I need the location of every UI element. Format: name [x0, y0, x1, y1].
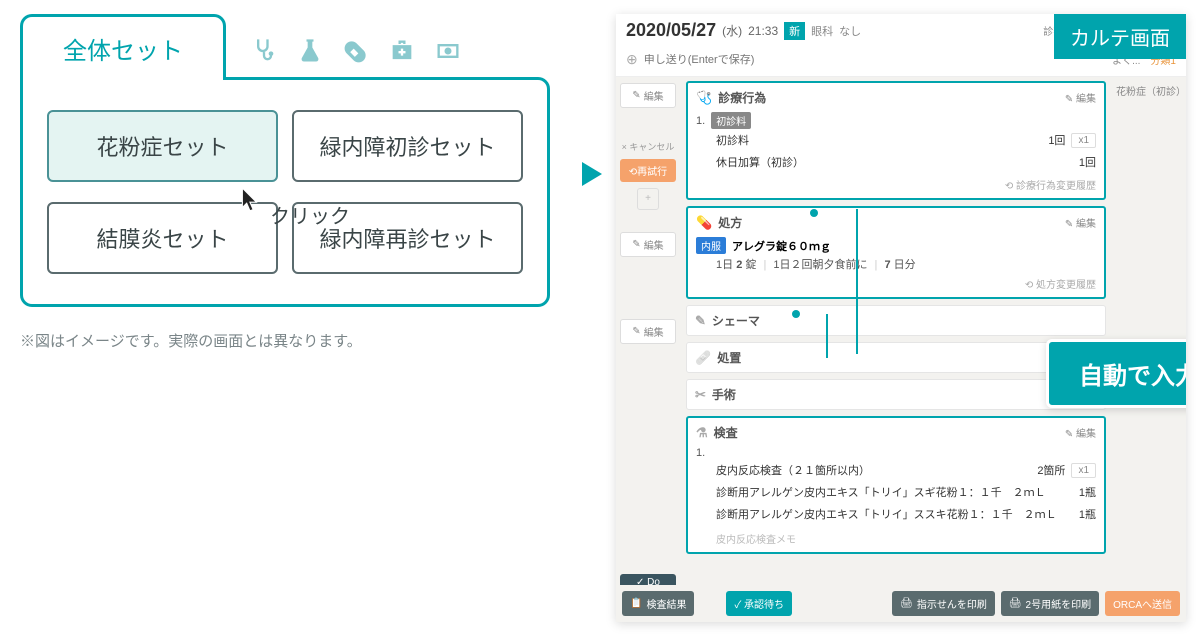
click-label: クリック — [270, 200, 350, 229]
kensa-item: 診断用アレルゲン皮内エキス「トリイ」スギ花粉１：１千 ２ｍＬ — [716, 484, 1046, 500]
card-shujutsu[interactable]: ✂手術⊕ — [686, 379, 1106, 410]
auto-input-badge: 自動で入力！ — [1046, 339, 1186, 408]
btn-results[interactable]: 📋 検査結果 — [622, 591, 694, 616]
karte-label: カルテ画面 — [1054, 14, 1186, 59]
stethoscope-icon[interactable] — [250, 37, 278, 70]
kensa-title: 検査 — [714, 424, 738, 441]
dose-c: 錠 — [745, 259, 756, 271]
memo-input[interactable] — [644, 54, 1104, 66]
bandage-icon: 🩹 — [695, 350, 711, 366]
karte-screen: カルテ画面 2020/05/27 (水) 21:33 新 眼科 なし 診察医： … — [616, 14, 1186, 622]
btn-confirm[interactable]: ✓ 承認待ち — [726, 591, 792, 616]
tab-all-sets[interactable]: 全体セット — [20, 14, 226, 80]
set-btn-glaucoma-first[interactable]: 緑内障初診セット — [292, 110, 523, 182]
kensa-item: 皮内反応検査（２１箇所以内） — [716, 462, 870, 478]
kensa-item: 診断用アレルゲン皮内エキス「トリイ」ススキ花粉１：１千 ２ｍＬ — [716, 506, 1057, 522]
left-sidebar: 編集 × キャンセル ⟲再試行 + 編集 編集 ✓ Do — [616, 77, 680, 597]
side-edit3[interactable]: 編集 — [620, 319, 676, 344]
kensa-memo[interactable]: 皮内反応検査メモ — [696, 531, 1096, 546]
karte-footer: 📋 検査結果 ✓ 承認待ち 🖨 指示せんを印刷 🖨 2号用紙を印刷 ORCAへ送… — [616, 585, 1186, 622]
kensa-qty: 1瓶 — [1079, 484, 1096, 500]
flask-icon: ⚗ — [696, 425, 708, 441]
pen-icon: ✎ — [695, 313, 706, 329]
karte-dow: (水) — [722, 22, 742, 39]
card-sinryo: 🩺 診療行為 編集 1.初診料 初診料 1回 x1 休日加算（初診） 1回 診療… — [686, 81, 1106, 200]
plus-icon[interactable]: ⊕ — [626, 51, 638, 68]
sinryo-item: 休日加算（初診） — [716, 154, 804, 170]
cursor-icon — [240, 186, 262, 219]
shochi-title: 処置 — [717, 349, 741, 366]
karte-dept: 眼科 — [811, 23, 833, 39]
dose-b: 2 — [736, 259, 742, 271]
kensa-x1[interactable]: x1 — [1071, 463, 1096, 478]
tag-naifuku: 内服 — [696, 237, 726, 254]
dose-days-u: 日分 — [894, 259, 916, 271]
kensa-edit[interactable]: 編集 — [1065, 425, 1096, 440]
shoho-title: 処方 — [718, 214, 742, 231]
side-retry[interactable]: ⟲再試行 — [620, 159, 676, 182]
flask-icon[interactable] — [296, 37, 324, 70]
set-panel: 花粉症セット 緑内障初診セット 結膜炎セット 緑内障再診セット — [20, 77, 550, 307]
side-add[interactable]: + — [637, 188, 659, 210]
card-shochi[interactable]: 🩹 処置 — [686, 342, 1106, 373]
side-cancel[interactable]: × キャンセル — [620, 140, 676, 153]
side-edit2[interactable]: 編集 — [620, 232, 676, 257]
sinryo-item: 初診料 — [716, 132, 749, 148]
sinryo-x1[interactable]: x1 — [1071, 133, 1096, 148]
pill-icon[interactable] — [342, 37, 370, 70]
card-schema[interactable]: ✎ シェーマ — [686, 305, 1106, 336]
card-shoho: 💊 処方 編集 内服 アレグラ錠６０ｍｇ 1日 2 錠 | 1日２回朝夕食前に … — [686, 206, 1106, 299]
side-edit[interactable]: 編集 — [620, 83, 676, 108]
btn-print1[interactable]: 🖨 指示せんを印刷 — [892, 591, 995, 616]
money-icon[interactable] — [434, 37, 462, 70]
stethoscope-icon: 🩺 — [696, 90, 712, 106]
kensa-qty: 2箇所 — [1037, 462, 1065, 478]
arrow-right-icon — [580, 160, 604, 193]
kensa-qty: 1瓶 — [1079, 506, 1096, 522]
dose-days: 7 — [884, 259, 890, 271]
dose-a: 1日 — [716, 259, 733, 271]
tab-icon-row — [234, 27, 478, 80]
set-btn-hayfever[interactable]: 花粉症セット — [47, 110, 278, 182]
btn-orca[interactable]: ORCAへ送信 — [1105, 591, 1180, 616]
karte-time: 21:33 — [748, 24, 778, 38]
card-kensa: ⚗ 検査 編集 1. 皮内反応検査（２１箇所以内） 2箇所 x1 診断用アレルゲ… — [686, 416, 1106, 554]
dose-timing: 1日２回朝夕食前に — [773, 259, 867, 271]
right-sidebar: 花粉症（初診） — [1112, 77, 1186, 597]
pill-icon: 💊 — [696, 215, 712, 231]
new-badge: 新 — [784, 22, 805, 40]
tag-shoshin: 初診料 — [711, 112, 751, 129]
shujutsu-title: 手術 — [712, 386, 736, 403]
schema-title: シェーマ — [712, 312, 760, 329]
image-note: ※図はイメージです。実際の画面とは異なります。 — [20, 330, 362, 351]
firstaid-icon[interactable] — [388, 37, 416, 70]
karte-ins: なし — [839, 23, 861, 39]
karte-date: 2020/05/27 — [626, 20, 716, 41]
scissors-icon: ✂ — [695, 387, 706, 403]
sinryo-edit[interactable]: 編集 — [1065, 90, 1096, 105]
sinryo-qty: 1回 — [1048, 132, 1065, 148]
shoho-history[interactable]: 処方変更履歴 — [696, 276, 1096, 291]
drug-name: アレグラ錠６０ｍｇ — [732, 238, 831, 254]
sinryo-qty: 1回 — [1079, 154, 1096, 170]
side-diag[interactable]: 花粉症（初診） — [1116, 83, 1182, 98]
shoho-edit[interactable]: 編集 — [1065, 215, 1096, 230]
btn-print2[interactable]: 🖨 2号用紙を印刷 — [1001, 591, 1099, 616]
sinryo-history[interactable]: 診療行為変更履歴 — [696, 177, 1096, 192]
sinryo-title: 診療行為 — [718, 89, 766, 106]
